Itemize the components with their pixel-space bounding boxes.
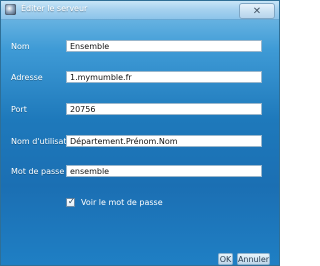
show-password-label: Voir le mot de passe bbox=[81, 198, 163, 207]
title-bar: Éditer le serveur ✕ bbox=[1, 1, 279, 20]
port-input[interactable] bbox=[66, 103, 262, 115]
show-password-checkbox[interactable] bbox=[66, 197, 76, 207]
ok-button[interactable]: OK bbox=[218, 253, 233, 265]
name-label: Nom bbox=[11, 42, 30, 51]
mumble-icon bbox=[5, 4, 16, 15]
close-button[interactable]: ✕ bbox=[239, 3, 275, 19]
close-icon: ✕ bbox=[252, 5, 262, 17]
name-input[interactable] bbox=[66, 40, 262, 52]
port-label: Port bbox=[11, 105, 27, 114]
username-input[interactable] bbox=[66, 135, 262, 147]
password-label: Mot de passe bbox=[11, 167, 65, 176]
address-input[interactable] bbox=[66, 71, 262, 83]
password-input[interactable] bbox=[66, 165, 262, 177]
cancel-button[interactable]: Annuler bbox=[237, 253, 270, 265]
edit-server-window: Éditer le serveur ✕ Nom Adresse Port Nom… bbox=[0, 0, 280, 266]
window-title: Éditer le serveur bbox=[21, 4, 88, 13]
address-label: Adresse bbox=[11, 73, 43, 82]
